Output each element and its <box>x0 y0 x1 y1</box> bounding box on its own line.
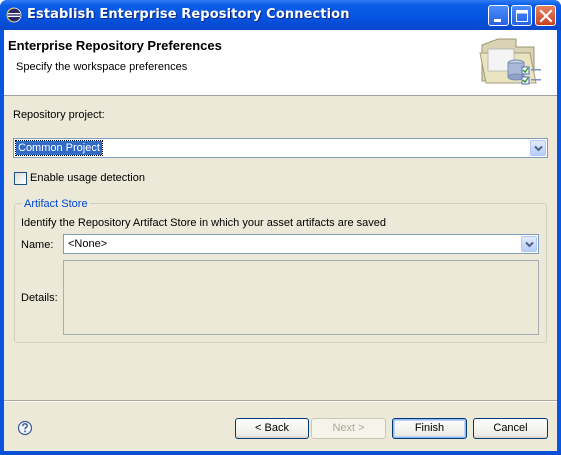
eclipse-app-icon <box>6 7 22 23</box>
artifact-details-area[interactable] <box>63 260 539 335</box>
minimize-icon <box>494 19 501 22</box>
artifact-name-value: <None> <box>68 238 108 250</box>
window-frame-bottom <box>0 451 561 455</box>
artifact-store-description: Identify the Repository Artifact Store i… <box>21 217 387 229</box>
wizard-banner: Enterprise Repository Preferences Specif… <box>4 30 557 96</box>
chevron-down-icon <box>525 241 534 248</box>
maximize-icon <box>516 10 528 22</box>
chevron-down-icon <box>534 145 543 152</box>
repository-wizard-icon <box>479 38 541 85</box>
dialog-window: Establish Enterprise Repository Connecti… <box>0 0 561 455</box>
repository-project-label: Repository project: <box>13 109 105 121</box>
dialog-client-area: Enterprise Repository Preferences Specif… <box>4 30 557 451</box>
repository-project-value: Common Project <box>15 140 103 156</box>
close-icon <box>539 9 553 23</box>
next-button[interactable]: Next > <box>311 418 386 439</box>
usage-detection-label[interactable]: Enable usage detection <box>30 172 145 184</box>
window-title: Establish Enterprise Repository Connecti… <box>27 7 350 22</box>
dropdown-arrow-button[interactable] <box>521 236 537 252</box>
dropdown-arrow-button[interactable] <box>530 140 546 156</box>
minimize-button[interactable] <box>488 5 509 26</box>
back-button[interactable]: < Back <box>235 418 309 439</box>
banner-title: Enterprise Repository Preferences <box>8 38 222 53</box>
finish-button[interactable]: Finish <box>392 418 467 439</box>
artifact-store-group-title: Artifact Store <box>22 198 90 210</box>
footer-separator <box>4 400 557 402</box>
repository-project-dropdown[interactable]: Common Project <box>13 138 548 158</box>
artifact-name-dropdown[interactable]: <None> <box>63 234 539 254</box>
banner-subtitle: Specify the workspace preferences <box>16 61 188 73</box>
close-button[interactable] <box>535 5 556 26</box>
help-icon[interactable] <box>17 420 33 436</box>
usage-detection-checkbox[interactable] <box>14 172 27 185</box>
title-bar[interactable]: Establish Enterprise Repository Connecti… <box>0 0 561 30</box>
maximize-button[interactable] <box>511 5 532 26</box>
cancel-button[interactable]: Cancel <box>473 418 548 439</box>
artifact-name-label: Name: <box>21 239 54 251</box>
artifact-details-label: Details: <box>21 292 58 304</box>
